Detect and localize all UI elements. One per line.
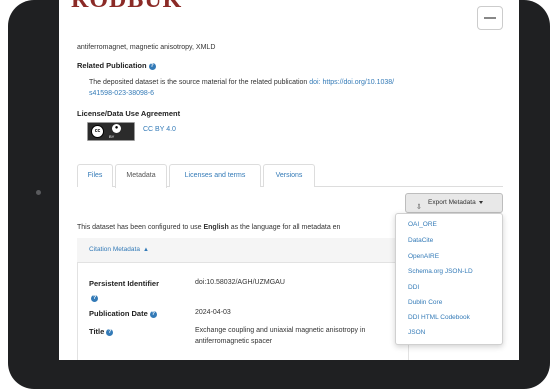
chevron-up-icon: ▲	[142, 247, 149, 253]
export-option-ddi[interactable]: DDI	[408, 284, 419, 291]
cc-by-badge[interactable]: cc ● BY	[87, 122, 135, 141]
export-option-openaire[interactable]: OpenAIRE	[408, 253, 439, 260]
attribution-icon: ●	[112, 124, 121, 133]
camera-dot	[36, 190, 41, 195]
related-publication-text: The deposited dataset is the source mate…	[89, 79, 394, 86]
related-publication-body: The deposited dataset is the source mate…	[89, 79, 308, 86]
language-name: English	[203, 224, 229, 231]
tab-files[interactable]: Files	[77, 164, 113, 187]
citation-metadata-toggle[interactable]: Citation Metadata ▲	[89, 246, 149, 253]
tablet-frame: RODBUK antiferromagnet, magnetic anisotr…	[8, 0, 550, 389]
export-metadata-button[interactable]: ⇩ Export Metadata	[405, 193, 503, 213]
field-value-publication-date: 2024-04-03	[195, 309, 231, 316]
cc-by-text: BY	[109, 134, 115, 139]
related-publication-doi-link[interactable]: doi: https://doi.org/10.1038/	[309, 79, 394, 86]
field-value-title-line2: antiferromagnetic spacer	[195, 338, 273, 345]
screen: RODBUK antiferromagnet, magnetic anisotr…	[59, 0, 519, 360]
keywords-text: antiferromagnet, magnetic anisotropy, XM…	[77, 44, 216, 51]
field-value-title-line1: Exchange coupling and uniaxial magnetic …	[195, 327, 366, 334]
menu-toggle-button[interactable]	[477, 6, 503, 30]
site-logo[interactable]: RODBUK	[71, 0, 182, 14]
tab-metadata[interactable]: Metadata	[115, 164, 167, 188]
export-option-oai-ore[interactable]: OAI_ORE	[408, 221, 437, 228]
field-value-persistent-identifier: doi:10.58032/AGH/UZMGAU	[195, 279, 285, 286]
related-publication-label: Related Publication	[77, 61, 147, 70]
field-help-persistent-identifier[interactable]: ?	[89, 290, 98, 308]
export-option-ddi-html-codebook[interactable]: DDI HTML Codebook	[408, 314, 470, 321]
export-option-dublin-core[interactable]: Dublin Core	[408, 299, 442, 306]
license-heading: License/Data Use Agreement	[77, 109, 181, 118]
field-label-persistent-identifier: Persistent Identifier	[89, 279, 160, 288]
field-label-publication-date: Publication Date?	[89, 309, 157, 318]
language-notice: This dataset has been configured to use …	[77, 224, 341, 231]
cc-icon: cc	[91, 125, 104, 138]
export-option-schema-org[interactable]: Schema.org JSON-LD	[408, 268, 473, 275]
export-metadata-dropdown	[395, 213, 503, 345]
tab-licenses-and-terms[interactable]: Licenses and terms	[169, 164, 261, 187]
help-icon[interactable]: ?	[148, 62, 156, 70]
help-icon[interactable]: ?	[91, 295, 98, 303]
caret-down-icon	[478, 200, 483, 204]
help-icon[interactable]: ?	[106, 328, 114, 336]
export-metadata-label: Export Metadata	[428, 194, 483, 212]
menu-icon	[484, 17, 496, 19]
export-option-datacite[interactable]: DataCite	[408, 237, 433, 244]
related-publication-heading: Related Publication?	[77, 61, 156, 70]
help-icon[interactable]: ?	[149, 310, 157, 318]
related-publication-doi-link-cont[interactable]: s41598-023-38098-6	[89, 90, 154, 97]
field-label-title: Title?	[89, 327, 114, 336]
export-option-json[interactable]: JSON	[408, 329, 425, 336]
license-link[interactable]: CC BY 4.0	[143, 126, 176, 133]
tab-versions[interactable]: Versions	[263, 164, 315, 187]
